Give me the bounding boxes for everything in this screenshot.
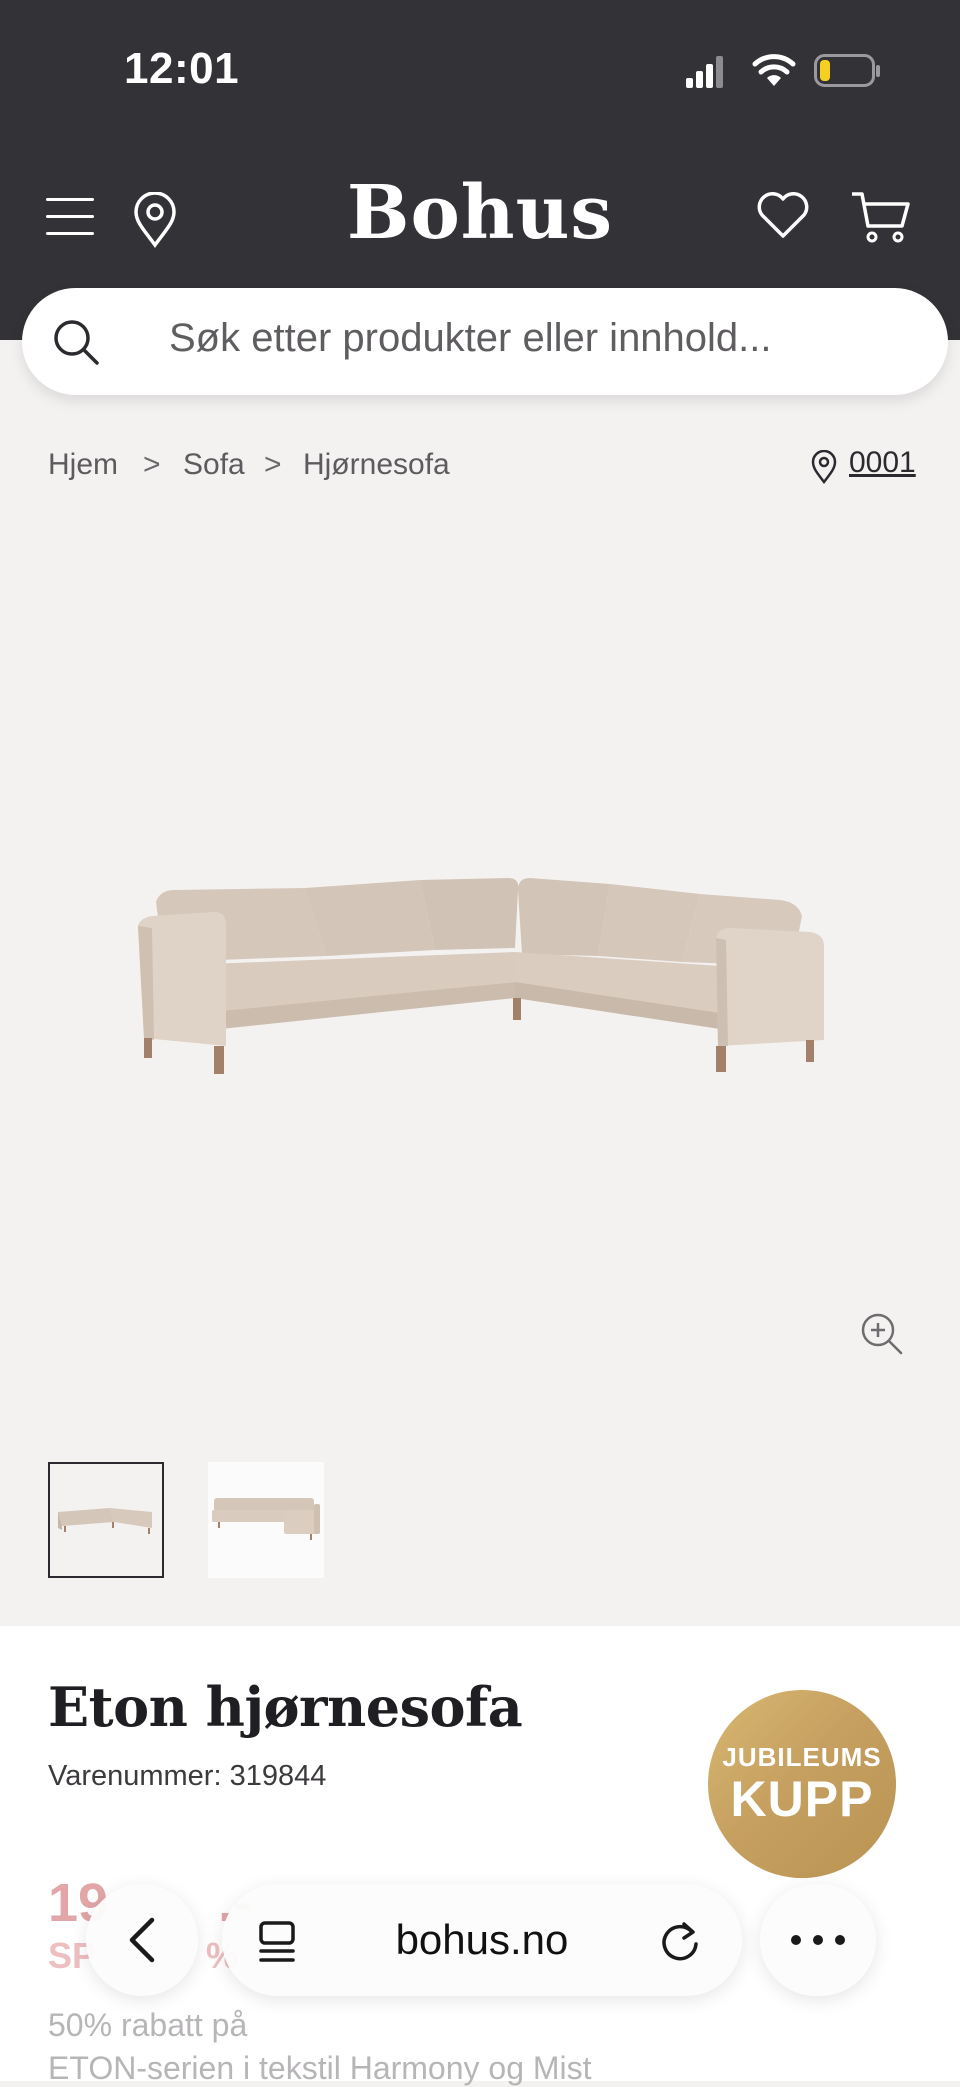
- reload-icon[interactable]: [658, 1918, 702, 1964]
- search-input[interactable]: Søk etter produkter eller innhold...: [22, 288, 948, 395]
- promo-description-line-2: ETON-serien i tekstil Harmony og Mist: [48, 2050, 592, 2086]
- browser-address-bar[interactable]: bohus.no: [222, 1884, 742, 1996]
- product-image[interactable]: [130, 870, 830, 1080]
- chevron-left-icon: [129, 1917, 155, 1963]
- store-link[interactable]: 0001: [849, 446, 916, 480]
- product-sku: Varenummer: 319844: [48, 1760, 327, 1792]
- thumbnail-2-image: [212, 1498, 320, 1540]
- wifi-icon: [752, 54, 796, 86]
- zoom-in-icon[interactable]: [860, 1312, 904, 1356]
- promo-description-line-1: 50% rabatt på: [48, 2007, 248, 2043]
- thumbnail-1-image: [58, 1508, 152, 1534]
- breadcrumb-home[interactable]: Hjem: [48, 448, 118, 482]
- heart-icon[interactable]: [756, 190, 810, 240]
- battery-icon: [814, 54, 880, 87]
- badge-line-1: JUBILEUMS: [722, 1742, 882, 1772]
- brand-logo[interactable]: Bohus: [0, 170, 960, 256]
- breadcrumb-separator: >: [264, 448, 282, 481]
- breadcrumb-current: Hjørnesofa: [303, 448, 450, 481]
- breadcrumb-sofa[interactable]: Sofa: [183, 448, 245, 482]
- search-placeholder: Søk etter produkter eller innhold...: [169, 316, 772, 360]
- signal-icon: [686, 56, 723, 88]
- badge-line-2: KUPP: [730, 1771, 874, 1827]
- search-icon: [54, 320, 99, 365]
- product-title: Eton hjørnesofa: [48, 1675, 523, 1739]
- breadcrumb-separator: >: [143, 448, 161, 481]
- jubileums-kupp-badge: JUBILEUMS KUPP: [708, 1690, 896, 1878]
- browser-back-button[interactable]: [86, 1884, 198, 1996]
- cart-icon[interactable]: [850, 190, 912, 246]
- more-icon: [791, 1935, 845, 1945]
- browser-more-button[interactable]: [760, 1884, 876, 1996]
- thumbnail-1[interactable]: [48, 1462, 164, 1578]
- status-time: 12:01: [124, 44, 240, 93]
- store-location-icon: [811, 450, 837, 484]
- thumbnail-2[interactable]: [208, 1462, 324, 1578]
